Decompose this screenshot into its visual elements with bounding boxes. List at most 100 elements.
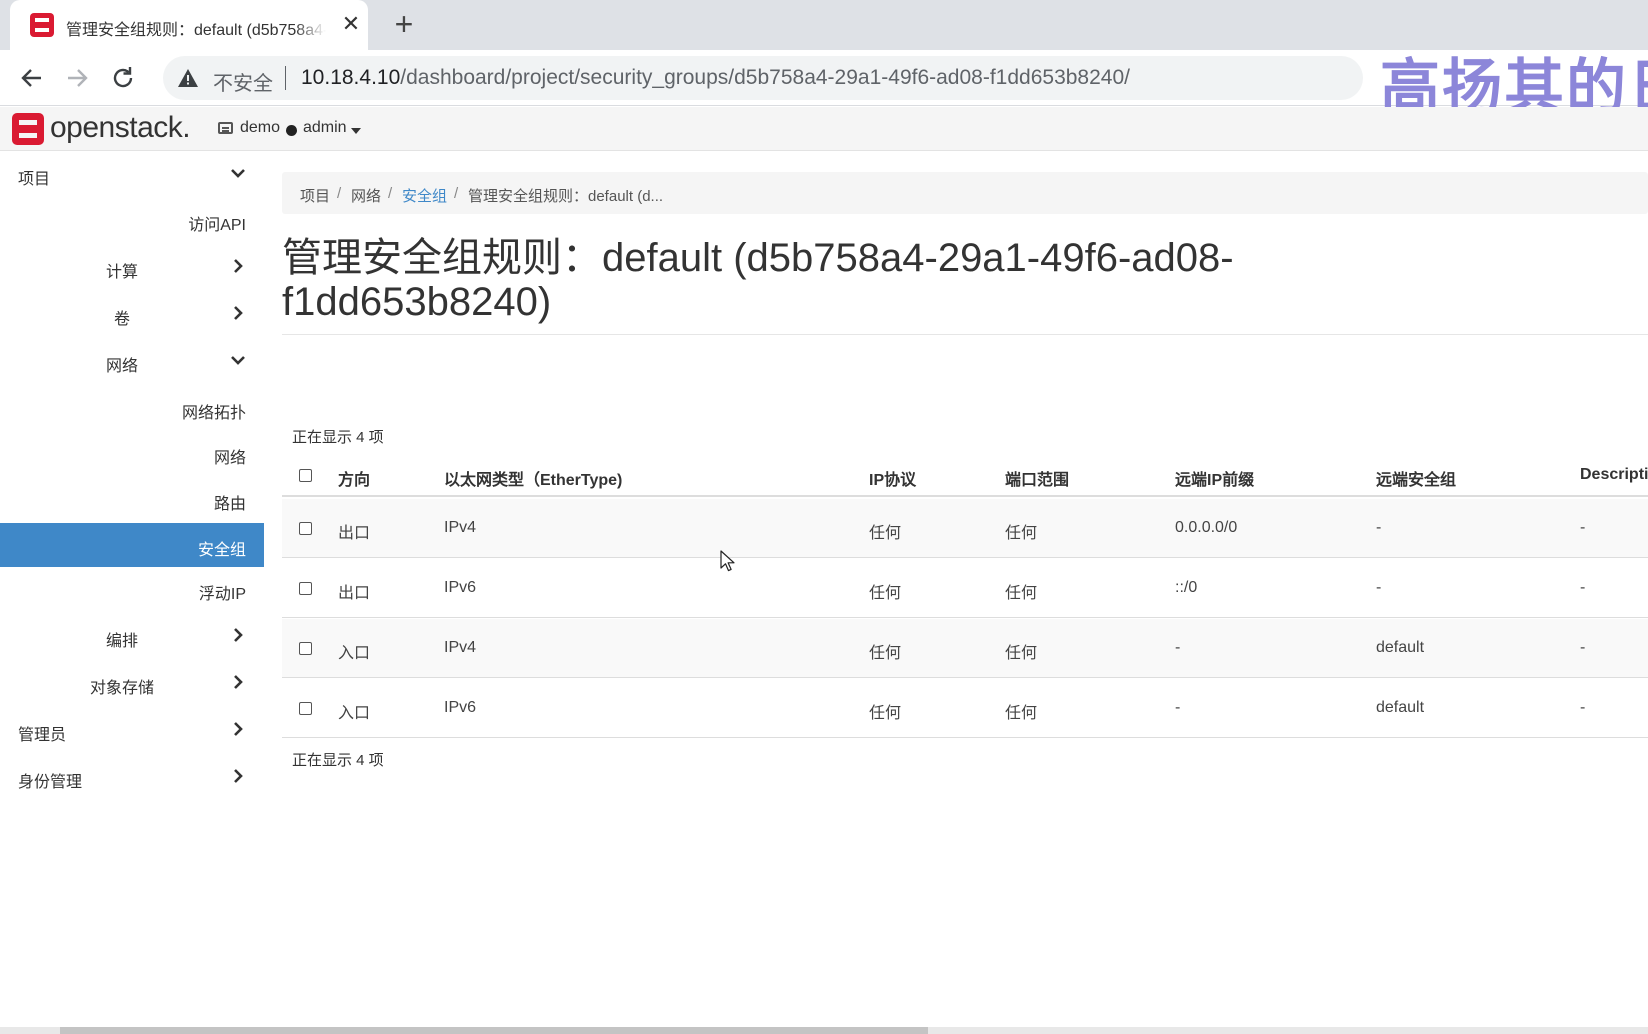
browser-tab[interactable]: 管理安全组规则：default (d5b758a4-29a1-49f6-ad08… [10, 0, 368, 50]
sidebar-item-volumes[interactable]: 卷 [0, 292, 264, 336]
mouse-cursor-icon [720, 550, 735, 572]
openstack-header: openstack. demo admin [0, 107, 1648, 151]
sidebar-item-label: 对象存储 [90, 680, 155, 697]
row-checkbox[interactable] [299, 642, 312, 655]
sidebar-item-admin[interactable]: 管理员 [0, 708, 264, 752]
column-direction[interactable]: 方向 [338, 466, 370, 490]
column-description[interactable]: Description [1580, 466, 1648, 484]
cell-direction: 入口 [338, 645, 371, 662]
sidebar-item-label: 管理员 [18, 727, 67, 744]
breadcrumb-network[interactable]: 网络 [351, 185, 381, 206]
openstack-favicon-icon [30, 13, 54, 37]
cell-description: - [1580, 519, 1586, 536]
insecure-label[interactable]: 不安全 [213, 67, 273, 96]
row-checkbox[interactable] [299, 702, 312, 715]
row-checkbox[interactable] [299, 582, 312, 595]
cell-remote-security-group: - [1376, 579, 1382, 596]
url-separator [285, 66, 286, 90]
breadcrumb-current: 管理安全组规则：default (d... [468, 188, 664, 205]
sidebar-item-floating-ips[interactable]: 浮动IP [0, 567, 264, 611]
separator-dot-icon [286, 125, 297, 136]
scrollbar-thumb[interactable] [60, 1027, 928, 1034]
select-all-checkbox[interactable] [299, 469, 312, 482]
cell-remote-ip-prefix: - [1175, 699, 1181, 716]
column-port-range[interactable]: 端口范围 [1005, 466, 1069, 490]
new-tab-icon[interactable]: + [386, 7, 422, 43]
cell-remote-ip-prefix: - [1175, 639, 1181, 656]
sidebar-item-label: 网络拓扑 [181, 405, 246, 422]
chevron-right-icon [234, 259, 243, 273]
sidebar-item-object-store[interactable]: 对象存储 [0, 661, 264, 705]
reload-icon[interactable] [103, 58, 143, 98]
cell-description: - [1580, 699, 1586, 716]
sidebar-item-identity[interactable]: 身份管理 [0, 755, 264, 799]
table-header: 方向 以太网类型（EtherType) IP协议 端口范围 远端IP前缀 远端安… [282, 453, 1648, 497]
url-path: /dashboard/project/security_groups/d5b75… [400, 66, 1130, 89]
sidebar-item-routers[interactable]: 路由 [0, 477, 264, 521]
cell-port-range: 任何 [1005, 525, 1038, 542]
cell-remote-ip-prefix: 0.0.0.0/0 [1175, 519, 1238, 536]
chevron-right-icon [234, 722, 243, 736]
cell-ip-protocol: 任何 [869, 525, 902, 542]
user-menu[interactable]: admin [303, 119, 347, 137]
breadcrumb-separator: / [337, 185, 342, 202]
sidebar-item-api-access[interactable]: 访问API [0, 198, 264, 242]
url-text[interactable]: 10.18.4.10/dashboard/project/security_gr… [301, 66, 1130, 90]
column-ip-protocol[interactable]: IP协议 [869, 466, 916, 490]
tab-title: 管理安全组规则：default (d5b758a4-29a1-49f6-ad08… [66, 22, 326, 39]
sidebar-item-security-groups[interactable]: 安全组 [0, 523, 264, 567]
project-selector[interactable]: demo [240, 119, 280, 137]
caret-down-icon[interactable] [351, 128, 361, 134]
sidebar-item-label: 访问API [188, 217, 246, 234]
sidebar-item-label: 浮动IP [198, 586, 246, 603]
row-checkbox[interactable] [299, 522, 312, 535]
breadcrumb-separator: / [388, 185, 393, 202]
horizontal-scrollbar[interactable] [0, 1027, 1648, 1034]
cell-ip-protocol: 任何 [869, 705, 902, 722]
openstack-logo-icon[interactable] [12, 113, 44, 145]
cell-port-range: 任何 [1005, 705, 1038, 722]
sidebar-item-orchestration[interactable]: 编排 [0, 614, 264, 658]
sidebar-item-project[interactable]: 项目 [0, 152, 264, 196]
sidebar: 项目 访问API 计算 卷 网络 网络拓扑 网络 路由 安全组 浮动IP 编排 … [0, 152, 264, 1032]
browser-tabstrip: 管理安全组规则：default (d5b758a4-29a1-49f6-ad08… [0, 0, 1648, 50]
cell-remote-security-group: default [1376, 699, 1425, 716]
chevron-right-icon [234, 769, 243, 783]
item-count-top: 正在显示 4 项 [292, 429, 384, 446]
sidebar-item-compute[interactable]: 计算 [0, 245, 264, 289]
column-ethertype[interactable]: 以太网类型（EtherType) [444, 466, 622, 490]
tab-close-icon[interactable]: ✕ [338, 11, 364, 37]
breadcrumb-project[interactable]: 项目 [300, 185, 330, 206]
cell-ethertype: IPv6 [444, 699, 477, 716]
chevron-down-icon [231, 169, 245, 178]
cell-direction: 出口 [338, 525, 371, 542]
table-row: 出口 IPv4 任何 任何 0.0.0.0/0 - - [282, 499, 1648, 558]
sidebar-item-label: 网络 [213, 450, 246, 467]
sidebar-item-network[interactable]: 网络 [0, 339, 264, 383]
cell-description: - [1580, 579, 1586, 596]
warning-icon[interactable] [177, 68, 199, 88]
breadcrumb: 项目 / 网络 / 安全组 / 管理安全组规则：default (d... [282, 172, 1648, 214]
back-arrow-icon[interactable] [12, 58, 52, 98]
sidebar-item-networks[interactable]: 网络 [0, 431, 264, 475]
breadcrumb-security-groups[interactable]: 安全组 [402, 185, 447, 206]
sidebar-item-network-topology[interactable]: 网络拓扑 [0, 386, 264, 430]
sidebar-item-label: 网络 [106, 358, 139, 375]
cell-remote-security-group: - [1376, 519, 1382, 536]
openstack-brand[interactable]: openstack. [50, 111, 191, 145]
project-list-icon[interactable] [218, 122, 233, 134]
sidebar-item-label: 身份管理 [18, 774, 83, 791]
cell-direction: 入口 [338, 705, 371, 722]
sidebar-item-label: 安全组 [197, 542, 246, 559]
sidebar-item-label: 项目 [18, 171, 51, 188]
cell-ethertype: IPv4 [444, 639, 477, 656]
cell-remote-ip-prefix: ::/0 [1175, 579, 1198, 596]
chevron-right-icon [234, 675, 243, 689]
column-remote-ip-prefix[interactable]: 远端IP前缀 [1175, 466, 1254, 490]
sidebar-item-label: 编排 [106, 633, 139, 650]
address-bar[interactable]: 不安全 10.18.4.10/dashboard/project/securit… [163, 56, 1363, 100]
cell-remote-security-group: default [1376, 639, 1425, 656]
cell-direction: 出口 [338, 585, 371, 602]
forward-arrow-icon[interactable] [57, 58, 97, 98]
column-remote-security-group[interactable]: 远端安全组 [1376, 466, 1456, 490]
